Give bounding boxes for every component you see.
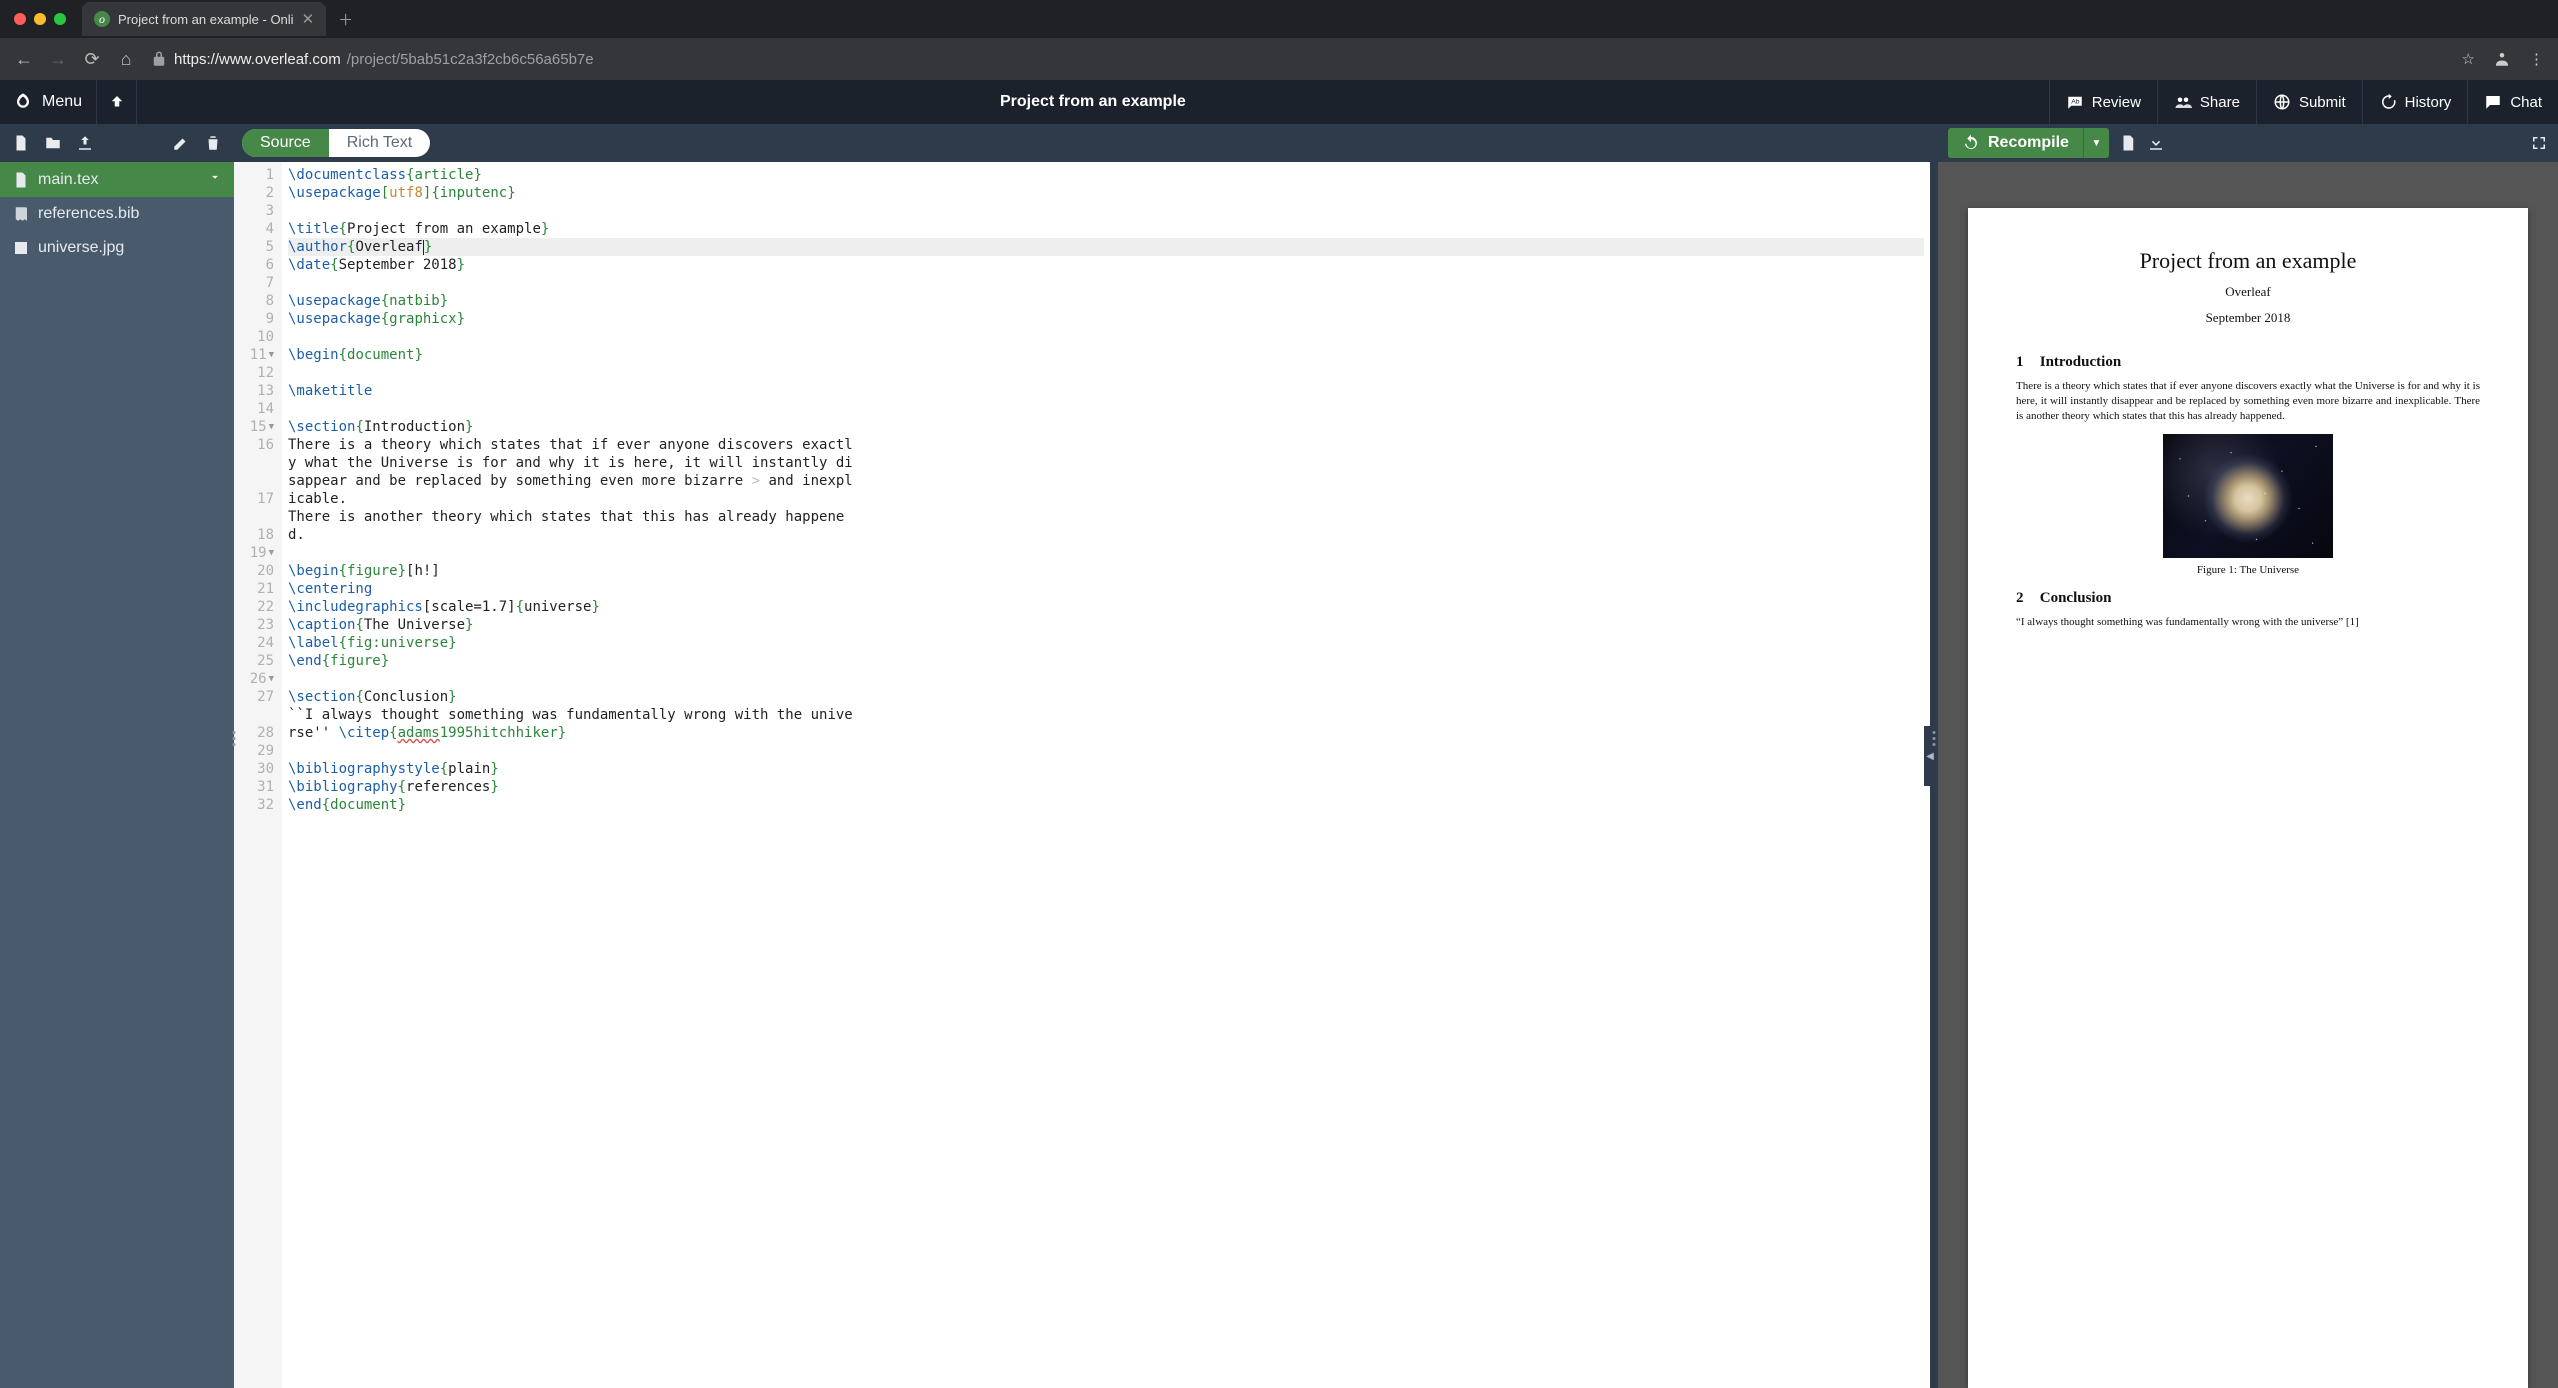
history-button[interactable]: History — [2362, 80, 2468, 124]
workspace: main.tex references.bib universe.jpg Sourc… — [0, 124, 2558, 1388]
recompile-button[interactable]: Recompile — [1948, 128, 2083, 158]
file-name: main.tex — [38, 171, 98, 189]
delete-icon[interactable] — [204, 134, 222, 152]
globe-icon — [2273, 93, 2291, 111]
sidebar-file-universe-jpg[interactable]: universe.jpg — [0, 231, 234, 265]
menu-label: Menu — [42, 93, 82, 111]
universe-image — [2163, 434, 2333, 558]
recompile-dropdown[interactable]: ▼ — [2083, 128, 2109, 158]
overleaf-logo-icon — [14, 92, 34, 112]
file-icon — [12, 171, 30, 189]
file-list: main.tex references.bib universe.jpg — [0, 162, 234, 265]
pdf-column: Recompile ▼ Project from an example Over… — [1938, 124, 2558, 1388]
download-pdf-icon[interactable] — [2147, 134, 2165, 152]
pdf-section-1: 1 Introduction — [2016, 354, 2480, 371]
up-to-projects-button[interactable] — [97, 80, 137, 124]
pdf-doc-date: September 2018 — [2016, 310, 2480, 326]
url-field[interactable]: https://www.overleaf.com/project/5bab51c… — [150, 50, 2448, 68]
pdf-section-2: 2 Conclusion — [2016, 590, 2480, 607]
overleaf-topbar: Menu Project from an example Ab Review S… — [0, 80, 2558, 124]
pdf-doc-title: Project from an example — [2016, 248, 2480, 274]
url-path: /project/5bab51c2a3f2cb6c56a65b7e — [347, 51, 594, 68]
url-host: https://www.overleaf.com — [174, 51, 341, 68]
sidebar-resize-handle[interactable] — [230, 124, 238, 1388]
review-icon: Ab — [2066, 93, 2084, 111]
window-controls — [14, 13, 66, 25]
pdf-toolbar: Recompile ▼ — [1938, 124, 2558, 162]
new-folder-icon[interactable] — [44, 134, 62, 152]
upload-icon[interactable] — [76, 134, 94, 152]
back-icon[interactable]: ← — [14, 49, 34, 70]
sidebar-file-references-bib[interactable]: references.bib — [0, 197, 234, 231]
fullscreen-icon[interactable] — [2530, 134, 2548, 152]
account-icon[interactable] — [2493, 50, 2511, 68]
code-area[interactable]: \documentclass{article}\usepackage[utf8]… — [282, 162, 1930, 1388]
pdf-quote: “I always thought something was fundamen… — [2016, 615, 2480, 630]
editor-mode-tabs: Source Rich Text — [234, 124, 1930, 162]
chevron-down-icon[interactable] — [208, 170, 222, 189]
star-icon[interactable]: ☆ — [2462, 50, 2475, 68]
file-name: universe.jpg — [38, 239, 124, 257]
recompile-icon — [1962, 134, 1980, 152]
rename-icon[interactable] — [172, 134, 190, 152]
reload-icon[interactable]: ⟳ — [82, 49, 102, 70]
editor-column: Source Rich Text 1234567891011 ▼12131415… — [234, 124, 1930, 1388]
browser-tab[interactable]: o Project from an example - Onli ✕ — [82, 2, 326, 36]
logs-icon[interactable] — [2119, 134, 2137, 152]
home-icon[interactable]: ⌂ — [116, 49, 136, 70]
file-toolbar — [0, 124, 234, 162]
pdf-figure: Figure 1: The Universe — [2016, 434, 2480, 576]
book-icon — [12, 205, 30, 223]
overleaf-favicon-icon: o — [94, 11, 110, 27]
browser-chrome: o Project from an example - Onli ✕ ＋ ← →… — [0, 0, 2558, 80]
tab-rich-text[interactable]: Rich Text — [329, 129, 431, 157]
pdf-viewport[interactable]: Project from an example Overleaf Septemb… — [1938, 162, 2558, 1388]
pdf-figure-caption: Figure 1: The Universe — [2197, 564, 2299, 576]
new-tab-icon[interactable]: ＋ — [338, 9, 353, 30]
kebab-icon[interactable]: ⋮ — [2529, 50, 2544, 68]
tab-title: Project from an example - Onli — [118, 12, 294, 27]
new-file-icon[interactable] — [12, 134, 30, 152]
tab-strip: o Project from an example - Onli ✕ ＋ — [0, 0, 2558, 38]
minimize-window-icon[interactable] — [34, 13, 46, 25]
share-icon — [2174, 93, 2192, 111]
sidebar-file-main-tex[interactable]: main.tex — [0, 162, 234, 197]
lock-icon — [150, 50, 168, 68]
file-name: references.bib — [38, 205, 139, 223]
code-editor[interactable]: 1234567891011 ▼12131415 ▼16171819 ▼20212… — [234, 162, 1930, 1388]
svg-text:Ab: Ab — [2071, 99, 2080, 106]
pdf-doc-author: Overleaf — [2016, 284, 2480, 300]
file-sidebar: main.tex references.bib universe.jpg — [0, 124, 234, 1388]
forward-icon[interactable]: → — [48, 49, 68, 70]
project-title[interactable]: Project from an example — [137, 93, 2049, 111]
history-icon — [2379, 93, 2397, 111]
close-tab-icon[interactable]: ✕ — [302, 10, 315, 28]
submit-button[interactable]: Submit — [2256, 80, 2362, 124]
review-button[interactable]: Ab Review — [2049, 80, 2157, 124]
tab-source[interactable]: Source — [242, 129, 329, 157]
topbar-actions: Ab Review Share Submit History Chat — [2049, 80, 2558, 124]
maximize-window-icon[interactable] — [54, 13, 66, 25]
image-icon — [12, 239, 30, 257]
address-bar: ← → ⟳ ⌂ https://www.overleaf.com/project… — [0, 38, 2558, 80]
pdf-page: Project from an example Overleaf Septemb… — [1968, 208, 2528, 1388]
chat-button[interactable]: Chat — [2467, 80, 2558, 124]
share-button[interactable]: Share — [2157, 80, 2256, 124]
up-arrow-icon — [108, 93, 126, 111]
line-gutter: 1234567891011 ▼12131415 ▼16171819 ▼20212… — [234, 162, 282, 1388]
pdf-para-1: There is a theory which states that if e… — [2016, 379, 2480, 424]
close-window-icon[interactable] — [14, 13, 26, 25]
editor-pdf-resize-handle[interactable]: ◀ — [1930, 124, 1938, 1388]
menu-button[interactable]: Menu — [0, 80, 97, 124]
chat-icon — [2484, 93, 2502, 111]
